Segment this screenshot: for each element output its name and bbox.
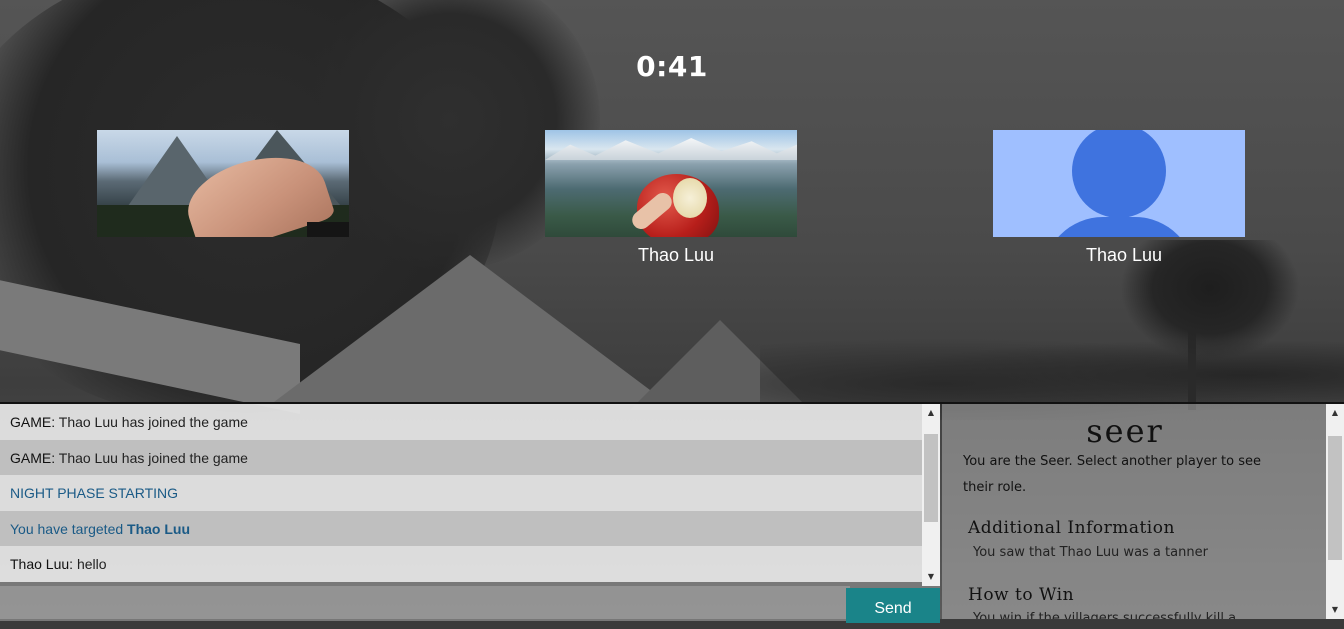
chat-scrollbar[interactable]: ▲ ▼: [922, 404, 940, 586]
message-sender: Thao Luu:: [10, 556, 74, 572]
send-button[interactable]: Send: [846, 588, 940, 623]
player-card[interactable]: [97, 130, 349, 245]
role-scrollbar[interactable]: ▲ ▼: [1326, 404, 1344, 619]
message-text: NIGHT PHASE STARTING: [10, 485, 179, 501]
player-avatar[interactable]: [993, 130, 1245, 237]
scrollbar-thumb[interactable]: [924, 434, 938, 522]
message-sender: GAME:: [10, 414, 56, 430]
message-text: You have targeted: [10, 521, 128, 537]
message-sender: GAME:: [10, 450, 56, 466]
role-panel: seer You are the Seer. Select another pl…: [942, 404, 1344, 619]
scrollbar-thumb[interactable]: [1328, 436, 1342, 560]
countdown-timer: 0:41: [636, 50, 708, 83]
player-avatar[interactable]: [545, 130, 797, 237]
message-text: hello: [73, 556, 107, 572]
role-title: seer: [1086, 412, 1164, 450]
chat-message: Thao Luu: hello: [0, 546, 922, 582]
player-name: Thao Luu: [637, 245, 715, 265]
role-description: You are the Seer. Select another player …: [963, 454, 1261, 495]
scroll-up-arrow-icon[interactable]: ▲: [922, 406, 940, 420]
chat-message-system: You have targeted Thao Luu: [0, 511, 922, 546]
player-card[interactable]: Thao Luu: [545, 130, 797, 266]
chat-panel: GAME: Thao Luu has joined the game GAME:…: [0, 404, 940, 623]
message-text: Thao Luu has joined the game: [55, 450, 248, 466]
scroll-down-arrow-icon[interactable]: ▼: [1326, 603, 1344, 617]
player-avatar[interactable]: [97, 130, 349, 237]
scroll-up-arrow-icon[interactable]: ▲: [1326, 406, 1344, 420]
player-name: Thao Luu: [1085, 245, 1163, 265]
additional-info-heading: Additional Information: [968, 518, 1175, 538]
chat-message-system: NIGHT PHASE STARTING: [0, 475, 922, 511]
chat-message: GAME: Thao Luu has joined the game: [0, 404, 922, 440]
message-target: Thao Luu: [127, 521, 191, 537]
additional-info-text: You saw that Thao Luu was a tanner: [973, 545, 1208, 560]
scroll-down-arrow-icon[interactable]: ▼: [922, 570, 940, 584]
how-to-win-heading: How to Win: [968, 585, 1075, 605]
message-text: Thao Luu has joined the game: [55, 414, 248, 430]
player-card[interactable]: Thao Luu: [993, 130, 1245, 266]
chat-input[interactable]: [0, 586, 850, 621]
chat-message-list[interactable]: GAME: Thao Luu has joined the game GAME:…: [0, 404, 922, 586]
chat-message: GAME: Thao Luu has joined the game: [0, 440, 922, 475]
how-to-win-text: You win if the villagers successfully ki…: [973, 611, 1237, 619]
default-avatar-icon: [1072, 130, 1166, 218]
